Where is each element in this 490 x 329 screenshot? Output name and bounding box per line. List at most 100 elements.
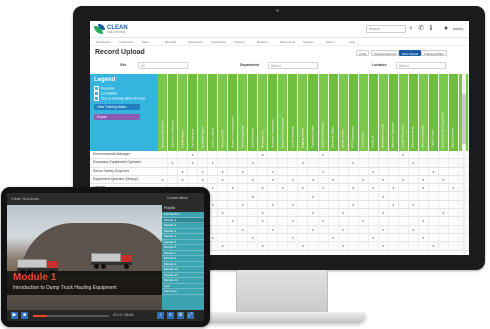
nav-item[interactable]: Settings: [303, 38, 326, 46]
matrix-cell[interactable]: [319, 242, 329, 251]
matrix-cell[interactable]: [359, 159, 369, 168]
matrix-cell[interactable]: [449, 225, 459, 234]
matrix-cell[interactable]: [339, 175, 349, 184]
matrix-cell[interactable]: [228, 225, 239, 234]
matrix-cell[interactable]: x: [349, 159, 359, 168]
matrix-cell[interactable]: [228, 209, 239, 218]
matrix-cell[interactable]: [369, 242, 379, 251]
matrix-cell[interactable]: [329, 167, 339, 176]
matrix-cell[interactable]: [298, 192, 309, 201]
scroll-thumb[interactable]: [462, 94, 466, 144]
search-icon[interactable]: ⌕: [407, 24, 415, 33]
user-name[interactable]: Ashley: [453, 27, 464, 31]
matrix-cell[interactable]: x: [419, 184, 429, 193]
matrix-cell[interactable]: [429, 175, 439, 184]
matrix-cell[interactable]: [188, 167, 199, 176]
matrix-cell[interactable]: x: [298, 159, 309, 168]
matrix-cell[interactable]: x: [198, 167, 209, 176]
matrix-column-header[interactable]: Defensive Driving: [378, 74, 389, 151]
matrix-cell[interactable]: [198, 159, 209, 168]
matrix-cell[interactable]: [439, 167, 449, 176]
matrix-cell[interactable]: x: [419, 234, 429, 242]
video-frame[interactable]: Module 1 Introduction to Dump Truck Haul…: [7, 205, 162, 310]
matrix-cell[interactable]: [228, 175, 239, 184]
matrix-cell[interactable]: [339, 151, 349, 159]
matrix-cell[interactable]: [298, 209, 309, 218]
matrix-cell[interactable]: [268, 209, 279, 218]
matrix-cell[interactable]: [339, 159, 349, 168]
matrix-cell[interactable]: [339, 234, 349, 242]
matrix-cell[interactable]: [409, 234, 419, 242]
matrix-cell[interactable]: [399, 192, 409, 201]
matrix-cell[interactable]: x: [409, 159, 419, 168]
matrix-cell[interactable]: x: [248, 159, 259, 168]
matrix-cell[interactable]: [429, 184, 439, 193]
matrix-column-header[interactable]: Traffic Control: [428, 74, 439, 151]
matrix-cell[interactable]: [419, 192, 429, 201]
nav-item[interactable]: Records: [165, 38, 188, 46]
matrix-cell[interactable]: [188, 175, 199, 184]
matrix-cell[interactable]: [329, 209, 339, 218]
matrix-cell[interactable]: [278, 234, 289, 242]
matrix-column-header[interactable]: Ladder Safety: [338, 74, 349, 151]
phone-icon[interactable]: ✆: [417, 24, 425, 33]
matrix-cell[interactable]: [449, 200, 459, 209]
matrix-column-header[interactable]: Site Orientation: [448, 74, 459, 151]
matrix-cell[interactable]: [278, 159, 289, 168]
matrix-cell[interactable]: [449, 159, 459, 168]
matrix-column-header[interactable]: Silica Awareness: [418, 74, 429, 151]
matrix-cell[interactable]: [449, 167, 459, 176]
matrix-cell[interactable]: x: [419, 217, 429, 226]
matrix-column-header[interactable]: Excavator Operation: [158, 74, 169, 151]
matrix-cell[interactable]: x: [329, 175, 339, 184]
matrix-cell[interactable]: x: [188, 159, 199, 168]
matrix-cell[interactable]: [399, 159, 409, 168]
matrix-cell[interactable]: [228, 242, 239, 251]
matrix-cell[interactable]: [359, 242, 369, 251]
matrix-cell[interactable]: [439, 234, 449, 242]
matrix-cell[interactable]: x: [198, 175, 209, 184]
matrix-cell[interactable]: [218, 184, 229, 193]
matrix-column-header[interactable]: Trenching Safety: [308, 74, 319, 151]
matrix-cell[interactable]: [329, 217, 339, 226]
matrix-cell[interactable]: x: [248, 192, 259, 201]
matrix-cell[interactable]: [389, 234, 399, 242]
site-filter-select[interactable]: All: [138, 62, 188, 69]
matrix-cell[interactable]: [399, 184, 409, 193]
matrix-cell[interactable]: [379, 234, 389, 242]
matrix-cell[interactable]: [439, 192, 449, 201]
matrix-cell[interactable]: [439, 184, 449, 193]
matrix-cell[interactable]: [369, 217, 379, 226]
matrix-cell[interactable]: [439, 217, 449, 226]
matrix-cell[interactable]: x: [238, 225, 249, 234]
captions-icon[interactable]: ≡: [167, 312, 174, 319]
matrix-cell[interactable]: x: [329, 234, 339, 242]
matrix-cell[interactable]: [278, 225, 289, 234]
matrix-cell[interactable]: [449, 217, 459, 226]
matrix-cell[interactable]: [399, 209, 409, 218]
matrix-cell[interactable]: x: [359, 175, 369, 184]
info-icon[interactable]: ℹ: [427, 24, 435, 33]
matrix-cell[interactable]: [409, 217, 419, 226]
matrix-cell[interactable]: x: [349, 184, 359, 193]
matrix-cell[interactable]: [399, 242, 409, 251]
matrix-column-header[interactable]: Fire Extinguisher: [238, 74, 249, 151]
matrix-cell[interactable]: [248, 167, 259, 176]
bulk-upload-button[interactable]: Bulk Upload: [399, 50, 422, 56]
user-avatar-icon[interactable]: ●: [442, 24, 450, 33]
matrix-cell[interactable]: x: [158, 175, 169, 184]
nav-item[interactable]: Training: [234, 38, 257, 46]
matrix-cell[interactable]: [288, 225, 299, 234]
matrix-cell[interactable]: [228, 151, 239, 159]
matrix-cell[interactable]: [369, 209, 379, 218]
volume-icon[interactable]: ♪: [157, 312, 164, 319]
matrix-cell[interactable]: [349, 242, 359, 251]
matrix-cell[interactable]: [419, 200, 429, 209]
matrix-cell[interactable]: [308, 151, 319, 159]
matrix-column-header[interactable]: Scaffold Awareness: [318, 74, 329, 151]
matrix-cell[interactable]: [238, 184, 249, 193]
nav-item[interactable]: Sites: [142, 38, 165, 46]
matrix-cell[interactable]: [248, 225, 259, 234]
matrix-cell[interactable]: [349, 167, 359, 176]
matrix-cell[interactable]: x: [379, 242, 389, 251]
